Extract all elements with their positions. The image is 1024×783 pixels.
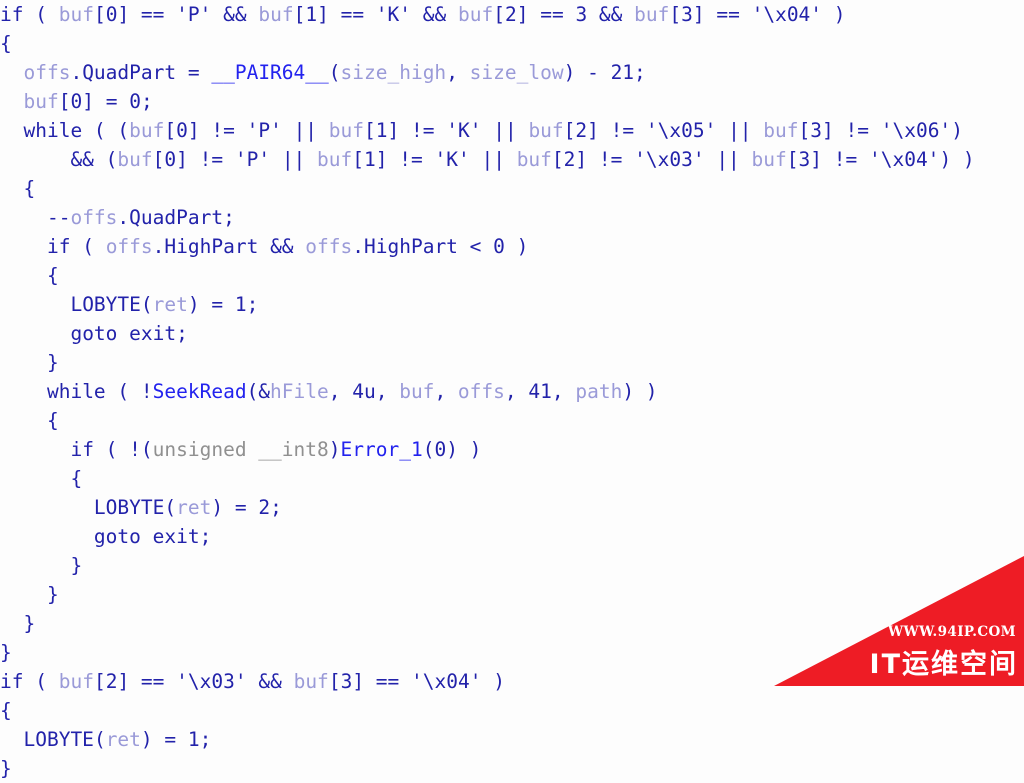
brace-close: } <box>0 612 36 635</box>
variable-buf[interactable]: buf <box>763 119 798 142</box>
member-highpart: .HighPart <box>152 235 259 258</box>
label-exit[interactable]: exit <box>153 525 200 548</box>
label-exit[interactable]: exit <box>129 322 176 345</box>
variable-buf[interactable]: buf <box>458 3 493 26</box>
code-line[interactable]: } <box>0 754 1024 783</box>
variable-ret[interactable]: ret <box>176 496 211 519</box>
code-line[interactable]: } <box>0 580 1024 609</box>
code-line[interactable]: { <box>0 29 1024 58</box>
code-line[interactable]: if ( buf[0] == 'P' && buf[1] == 'K' && b… <box>0 0 1024 29</box>
brace-open: { <box>0 467 83 490</box>
variable-buf[interactable]: buf <box>752 148 787 171</box>
keyword-if: if <box>46 235 71 258</box>
code-line[interactable]: { <box>0 174 1024 203</box>
keyword-while: while <box>23 119 83 142</box>
code-line[interactable]: LOBYTE(ret) = 1; <box>0 290 1024 319</box>
variable-buf[interactable]: buf <box>517 148 552 171</box>
member-highpart: .HighPart <box>352 235 458 258</box>
variable-hfile[interactable]: hFile <box>270 380 329 403</box>
code-line[interactable]: goto exit; <box>0 319 1024 348</box>
code-line[interactable]: { <box>0 261 1024 290</box>
keyword-if: if <box>0 670 24 693</box>
variable-ret[interactable]: ret <box>106 728 141 751</box>
code-line[interactable]: LOBYTE(ret) = 2; <box>0 493 1024 522</box>
brace-open: { <box>0 264 59 287</box>
code-line[interactable]: } <box>0 609 1024 638</box>
variable-buf[interactable]: buf <box>117 148 152 171</box>
brace-close: } <box>0 757 12 780</box>
variable-size-high[interactable]: size_high <box>341 61 447 84</box>
code-line[interactable]: { <box>0 464 1024 493</box>
macro-lobyte[interactable]: LOBYTE <box>94 496 164 519</box>
code-line[interactable]: } <box>0 551 1024 580</box>
variable-offs[interactable]: offs <box>458 380 505 403</box>
code-line[interactable]: { <box>0 406 1024 435</box>
variable-buf[interactable]: buf <box>23 90 58 113</box>
code-line[interactable]: } <box>0 638 1024 667</box>
code-line[interactable]: } <box>0 348 1024 377</box>
code-line[interactable]: offs.QuadPart = __PAIR64__(size_high, si… <box>0 58 1024 87</box>
code-line[interactable]: buf[0] = 0; <box>0 87 1024 116</box>
code-line[interactable]: && (buf[0] != 'P' || buf[1] != 'K' || bu… <box>0 145 1024 174</box>
variable-offs[interactable]: offs <box>23 61 70 84</box>
variable-buf[interactable]: buf <box>59 3 94 26</box>
variable-buf[interactable]: buf <box>528 119 563 142</box>
variable-buf[interactable]: buf <box>129 119 164 142</box>
variable-buf[interactable]: buf <box>399 380 434 403</box>
member-quadpart: .QuadPart <box>117 206 224 229</box>
variable-offs[interactable]: offs <box>70 206 117 229</box>
variable-buf[interactable]: buf <box>317 148 352 171</box>
variable-offs[interactable]: offs <box>106 235 153 258</box>
keyword-goto: goto <box>93 525 141 548</box>
variable-buf[interactable]: buf <box>634 3 669 26</box>
variable-ret[interactable]: ret <box>153 293 188 316</box>
variable-buf[interactable]: buf <box>294 670 329 693</box>
type-unsigned-int8: unsigned __int8 <box>152 438 329 461</box>
code-line[interactable]: goto exit; <box>0 522 1024 551</box>
function-seekread[interactable]: SeekRead <box>153 380 247 403</box>
code-line[interactable]: if ( buf[2] == '\x03' && buf[3] == '\x04… <box>0 667 1024 696</box>
brace-close: } <box>0 554 83 577</box>
keyword-goto: goto <box>70 322 118 345</box>
code-line[interactable]: while ( (buf[0] != 'P' || buf[1] != 'K' … <box>0 116 1024 145</box>
brace-close: } <box>0 351 59 374</box>
member-quadpart: .QuadPart <box>70 61 177 84</box>
variable-path[interactable]: path <box>575 380 622 403</box>
macro-lobyte[interactable]: LOBYTE <box>23 728 93 751</box>
code-line[interactable]: LOBYTE(ret) = 1; <box>0 725 1024 754</box>
variable-offs[interactable]: offs <box>305 235 352 258</box>
variable-size-low[interactable]: size_low <box>470 61 564 84</box>
brace-open: { <box>0 699 12 722</box>
brace-open: { <box>0 409 59 432</box>
keyword-if: if <box>70 438 94 461</box>
macro-lobyte[interactable]: LOBYTE <box>70 293 140 316</box>
code-line[interactable]: if ( !(unsigned __int8)Error_1(0) ) <box>0 435 1024 464</box>
brace-open: { <box>0 32 12 55</box>
code-line[interactable]: { <box>0 696 1024 725</box>
function-pair64[interactable]: __PAIR64__ <box>211 61 328 84</box>
code-line[interactable]: --offs.QuadPart; <box>0 203 1024 232</box>
pseudocode-view[interactable]: if ( buf[0] == 'P' && buf[1] == 'K' && b… <box>0 0 1024 780</box>
variable-buf[interactable]: buf <box>329 119 364 142</box>
code-line[interactable]: if ( offs.HighPart && offs.HighPart < 0 … <box>0 232 1024 261</box>
code-line[interactable]: while ( !SeekRead(&hFile, 4u, buf, offs,… <box>0 377 1024 406</box>
variable-buf[interactable]: buf <box>59 670 94 693</box>
brace-close: } <box>0 583 59 606</box>
keyword-while: while <box>46 380 106 403</box>
variable-buf[interactable]: buf <box>258 3 293 26</box>
brace-close: } <box>0 641 12 664</box>
keyword-if: if <box>0 3 24 26</box>
function-error-1[interactable]: Error_1 <box>341 438 423 461</box>
brace-open: { <box>0 177 36 200</box>
